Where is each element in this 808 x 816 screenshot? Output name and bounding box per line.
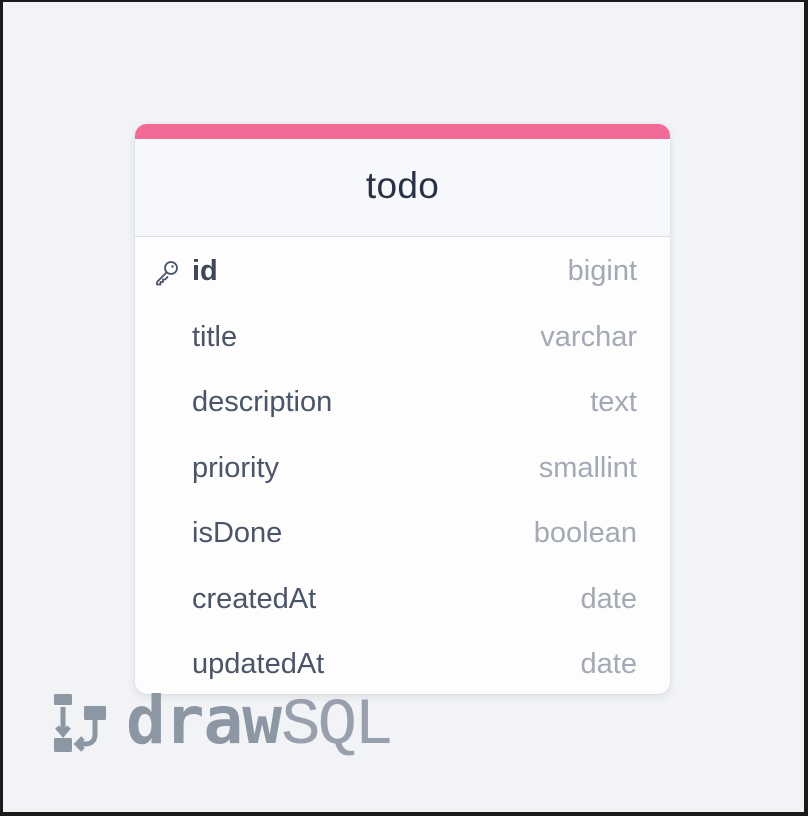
column-name: title <box>192 320 238 353</box>
drawsql-logo-icon <box>52 692 114 754</box>
column-type: boolean <box>533 517 637 550</box>
column-type: text <box>590 386 637 419</box>
column-row-priority[interactable]: priority smallint <box>135 436 670 502</box>
diagram-canvas[interactable]: todo id bigint title varchar description… <box>3 2 804 812</box>
column-name: createdAt <box>192 582 317 615</box>
brand-name-sql: SQL <box>280 687 394 763</box>
brand-wordmark: drawSQL <box>126 687 394 759</box>
table-card-todo[interactable]: todo id bigint title varchar description… <box>135 124 670 694</box>
column-name: description <box>192 386 333 419</box>
column-name: id <box>192 255 218 288</box>
brand-name-draw: draw <box>126 681 282 759</box>
table-name: todo <box>365 164 440 206</box>
column-type: smallint <box>538 451 637 484</box>
table-header[interactable]: todo <box>135 139 670 237</box>
column-row-title[interactable]: title varchar <box>135 305 670 371</box>
column-type: date <box>580 648 637 681</box>
column-row-createdat[interactable]: createdAt date <box>135 567 670 633</box>
column-name: updatedAt <box>192 648 325 681</box>
column-row-id[interactable]: id bigint <box>135 239 670 305</box>
column-type: bigint <box>567 255 637 288</box>
column-type: date <box>580 582 637 615</box>
drawsql-brand: drawSQL <box>52 687 394 759</box>
table-accent-bar <box>135 124 670 139</box>
column-type: varchar <box>540 320 637 353</box>
column-name: priority <box>192 451 280 484</box>
column-row-isdone[interactable]: isDone boolean <box>135 501 670 567</box>
column-name: isDone <box>192 517 283 550</box>
column-list: id bigint title varchar description text… <box>135 239 670 694</box>
column-row-description[interactable]: description text <box>135 370 670 436</box>
key-icon <box>153 258 181 286</box>
